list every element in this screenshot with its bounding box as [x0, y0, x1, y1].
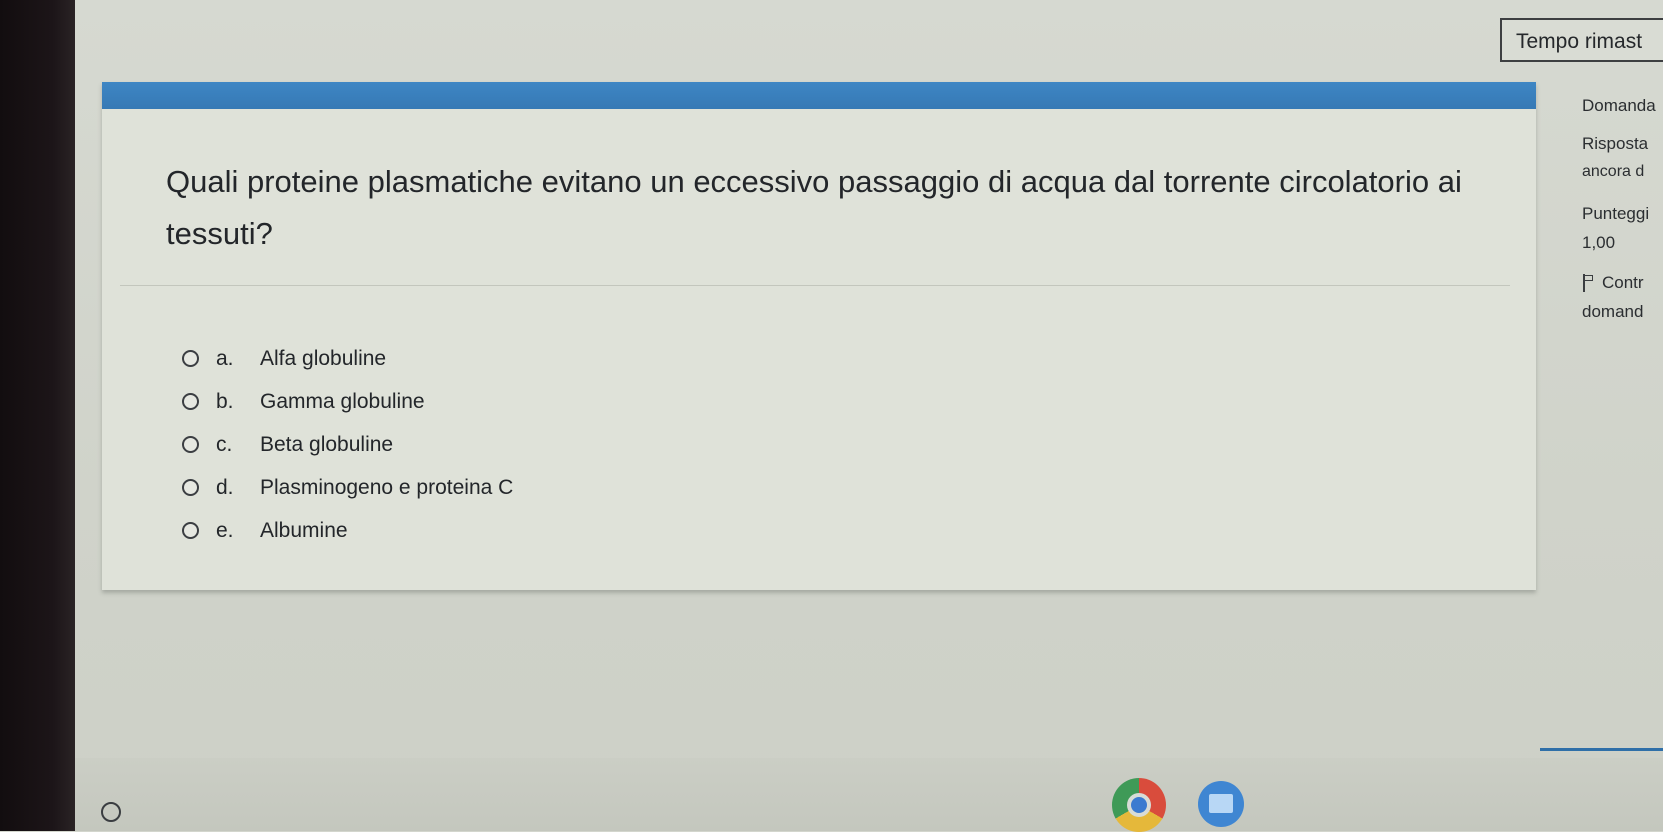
answer-letter: c. — [216, 432, 233, 456]
score-value: 1,00 — [1582, 233, 1616, 252]
radio-button-c[interactable] — [182, 436, 199, 453]
flag-question-link[interactable]: Contr — [1582, 273, 1644, 293]
question-text: Quali proteine plasmatiche evitano un ec… — [166, 164, 1462, 251]
radio-button-a[interactable] — [182, 350, 199, 367]
taskbar — [75, 758, 1663, 831]
answer-option-e[interactable]: e. Albumine — [182, 509, 513, 552]
answer-letter: e. — [216, 518, 234, 542]
launcher-icon[interactable] — [101, 802, 121, 822]
chrome-icon[interactable] — [1112, 778, 1166, 832]
answer-label: Plasminogeno e proteina C — [260, 475, 514, 499]
radio-button-d[interactable] — [182, 479, 199, 496]
files-icon[interactable] — [1198, 781, 1244, 827]
answer-option-a[interactable]: a. Alfa globuline — [182, 337, 513, 380]
question-divider — [120, 285, 1510, 286]
answer-option-d[interactable]: d. Plasminogeno e proteina C — [182, 466, 513, 509]
answer-label: Albumine — [260, 518, 348, 542]
answer-label: Beta globuline — [260, 432, 394, 456]
flag-icon — [1582, 274, 1594, 292]
taskbar-accent-line — [1540, 748, 1663, 751]
answer-label: Alfa globuline — [260, 346, 387, 370]
chrome-icon-center — [1127, 793, 1151, 817]
answer-option-c[interactable]: c. Beta globuline — [182, 423, 513, 466]
answer-option-b[interactable]: b. Gamma globuline — [182, 380, 513, 423]
radio-button-b[interactable] — [182, 393, 199, 410]
answer-label: Gamma globuline — [260, 389, 425, 413]
answer-status-detail: ancora d — [1582, 163, 1645, 180]
flag-label: Contr — [1602, 273, 1644, 292]
answer-letter: a. — [216, 346, 234, 370]
radio-button-e[interactable] — [182, 522, 199, 539]
question-number-label: Domanda — [1582, 96, 1656, 115]
question-info-panel: Domanda Risposta ancora d Punteggi 1,00 … — [1582, 0, 1663, 831]
question-card: Quali proteine plasmatiche evitano un ec… — [102, 82, 1536, 590]
answer-status-label: Risposta — [1582, 134, 1649, 153]
answer-list: a. Alfa globuline b. Gamma globuline c. … — [182, 337, 513, 552]
score-label: Punteggi — [1582, 204, 1650, 223]
answer-letter: d. — [216, 475, 234, 499]
answer-letter: b. — [216, 389, 234, 413]
card-header-bar — [102, 82, 1536, 109]
flag-label-continued: domand — [1582, 302, 1644, 321]
screen-bezel — [0, 0, 75, 831]
